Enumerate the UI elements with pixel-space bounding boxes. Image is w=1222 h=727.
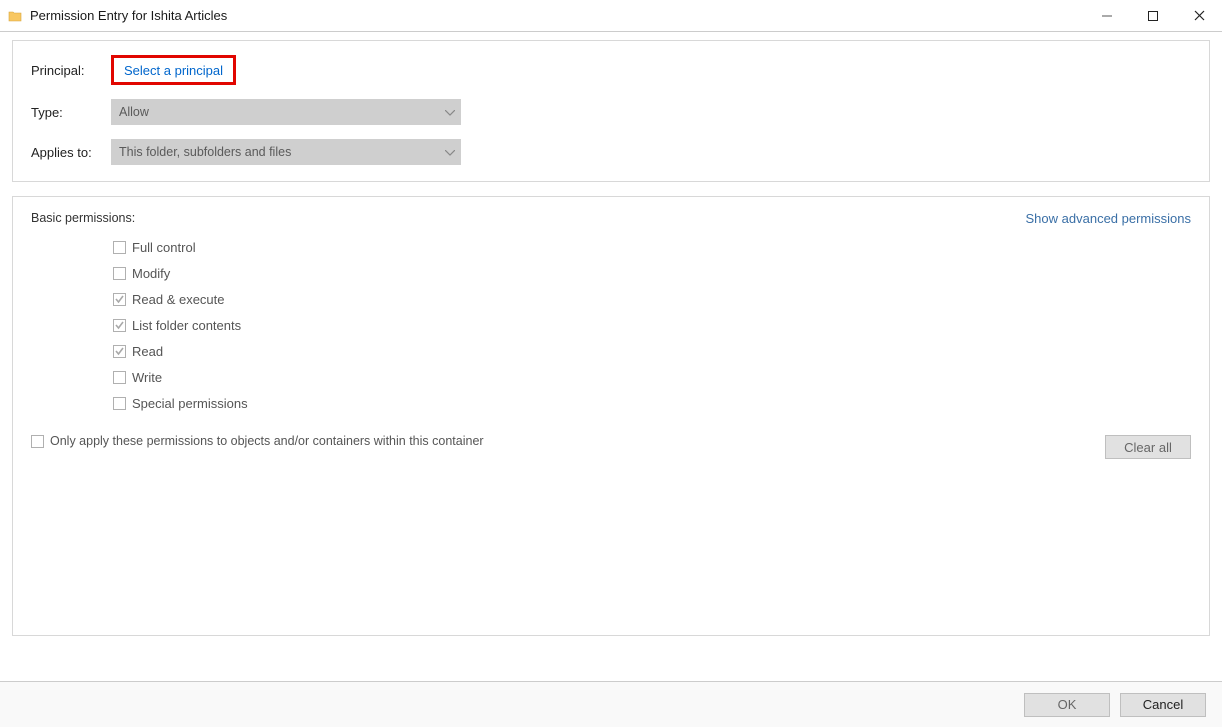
permissions-panel: Basic permissions: Show advanced permiss… xyxy=(12,196,1210,636)
cancel-button[interactable]: Cancel xyxy=(1120,693,1206,717)
principal-panel: Principal: Select a principal Type: Allo… xyxy=(12,40,1210,182)
basic-permissions-heading: Basic permissions: xyxy=(31,211,135,226)
permission-item: Read xyxy=(113,338,1191,364)
applies-to-dropdown[interactable]: This folder, subfolders and files xyxy=(111,139,461,165)
permission-checkbox[interactable] xyxy=(113,397,126,410)
permission-label: Special permissions xyxy=(132,396,248,411)
permission-item: Full control xyxy=(113,234,1191,260)
type-value: Allow xyxy=(119,105,149,119)
only-apply-checkbox[interactable] xyxy=(31,435,44,448)
permission-checkbox[interactable] xyxy=(113,267,126,280)
permissions-list: Full control Modify Read & execute List fol… xyxy=(113,234,1191,416)
permission-checkbox[interactable] xyxy=(113,345,126,358)
type-dropdown[interactable]: Allow xyxy=(111,99,461,125)
permission-label: Modify xyxy=(132,266,170,281)
show-advanced-link[interactable]: Show advanced permissions xyxy=(1026,211,1191,226)
type-label: Type: xyxy=(31,105,111,120)
minimize-button[interactable] xyxy=(1084,0,1130,32)
close-button[interactable] xyxy=(1176,0,1222,32)
dialog-footer: OK Cancel xyxy=(0,681,1222,727)
permission-item: Read & execute xyxy=(113,286,1191,312)
applies-to-value: This folder, subfolders and files xyxy=(119,145,291,159)
permission-label: Full control xyxy=(132,240,196,255)
permission-checkbox[interactable] xyxy=(113,293,126,306)
chevron-down-icon xyxy=(445,145,455,159)
permission-label: Read & execute xyxy=(132,292,225,307)
window-title: Permission Entry for Ishita Articles xyxy=(30,8,227,23)
clear-all-button[interactable]: Clear all xyxy=(1105,435,1191,459)
ok-button[interactable]: OK xyxy=(1024,693,1110,717)
permission-label: List folder contents xyxy=(132,318,241,333)
select-principal-link[interactable]: Select a principal xyxy=(114,59,233,82)
folder-icon xyxy=(8,9,22,23)
highlight-annotation: Select a principal xyxy=(111,55,236,85)
permission-checkbox[interactable] xyxy=(113,319,126,332)
permission-item: List folder contents xyxy=(113,312,1191,338)
permission-item: Modify xyxy=(113,260,1191,286)
permission-item: Write xyxy=(113,364,1191,390)
permission-checkbox[interactable] xyxy=(113,241,126,254)
permission-label: Write xyxy=(132,370,162,385)
principal-label: Principal: xyxy=(31,63,111,78)
chevron-down-icon xyxy=(445,105,455,119)
permission-label: Read xyxy=(132,344,163,359)
only-apply-label: Only apply these permissions to objects … xyxy=(50,434,484,448)
titlebar: Permission Entry for Ishita Articles xyxy=(0,0,1222,32)
window-controls xyxy=(1084,0,1222,32)
permission-checkbox[interactable] xyxy=(113,371,126,384)
maximize-button[interactable] xyxy=(1130,0,1176,32)
applies-to-label: Applies to: xyxy=(31,145,111,160)
permission-item: Special permissions xyxy=(113,390,1191,416)
